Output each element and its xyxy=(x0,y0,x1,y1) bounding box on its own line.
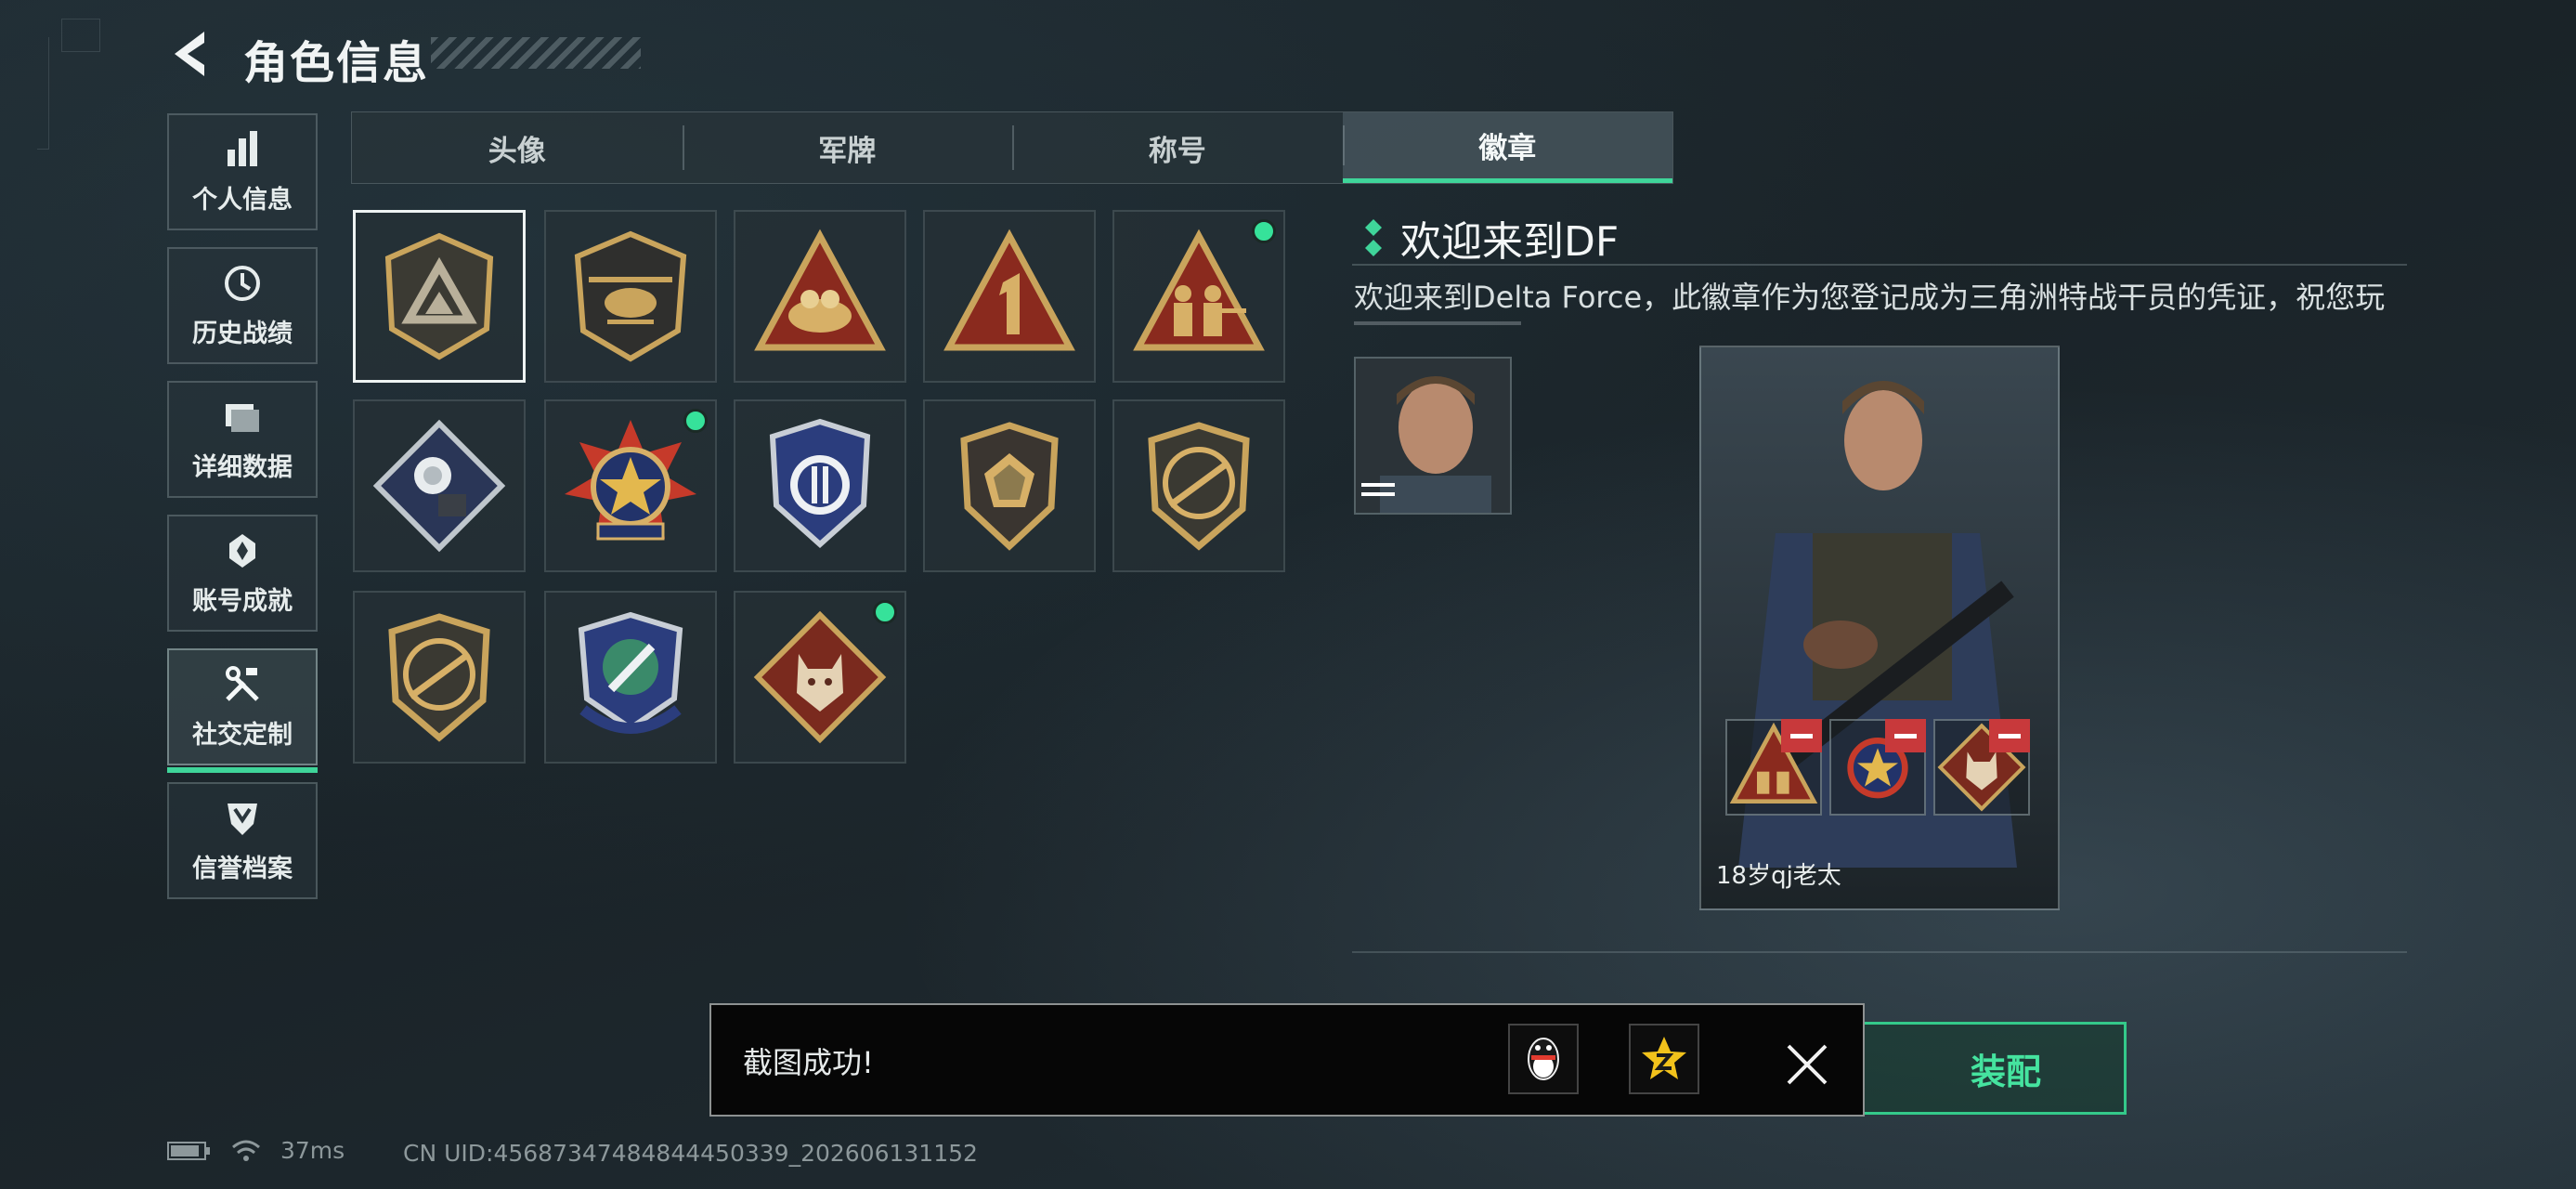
nest-badge-icon xyxy=(754,229,886,351)
back-arrow-icon[interactable] xyxy=(167,28,217,80)
toast-message: 截图成功! xyxy=(743,1045,874,1080)
badge-cell[interactable] xyxy=(353,210,526,383)
badge-cell[interactable] xyxy=(923,210,1096,383)
badge-cell[interactable] xyxy=(1112,210,1285,383)
tab-avatar[interactable]: 头像 xyxy=(352,112,683,183)
close-icon[interactable] xyxy=(1781,1039,1833,1091)
helicopter-badge-icon xyxy=(574,230,687,362)
badge-cell[interactable] xyxy=(923,399,1096,572)
badge-cell[interactable] xyxy=(544,399,717,572)
nav-item-social-customization[interactable]: 社交定制 xyxy=(167,648,318,773)
number-one-badge-icon xyxy=(943,229,1075,351)
nav-item-personal-info[interactable]: 个人信息 xyxy=(167,113,318,230)
operator-portrait-icon xyxy=(1738,381,2017,868)
avatar[interactable] xyxy=(1354,357,1512,515)
new-indicator xyxy=(683,409,708,433)
achievement-icon xyxy=(229,533,255,568)
player-card xyxy=(1699,346,2060,910)
badge-cell[interactable] xyxy=(734,210,906,383)
tools-icon xyxy=(226,665,259,701)
nav-label: 历史战绩 xyxy=(192,319,293,348)
qq-penguin-icon xyxy=(1528,1038,1559,1080)
folder-icon xyxy=(226,403,259,432)
description-scroll-indicator xyxy=(1354,321,1521,325)
category-tabs: 头像 军牌 称号 徽章 xyxy=(351,111,1673,184)
equipped-slot[interactable] xyxy=(1933,719,2030,816)
soldiers-badge-icon xyxy=(1133,229,1265,351)
battery-icon xyxy=(167,1141,210,1160)
nav-label: 社交定制 xyxy=(192,720,293,750)
nav-label: 详细数据 xyxy=(192,452,293,482)
remove-badge-button[interactable] xyxy=(1781,719,1822,752)
badge-cell[interactable] xyxy=(1112,399,1285,572)
star-medal-badge-icon xyxy=(565,420,696,541)
diamond-bullet-icon xyxy=(1365,219,1382,256)
wolf-badge-icon xyxy=(753,610,887,744)
tab-title[interactable]: 称号 xyxy=(1012,112,1343,183)
blue-shield-badge-icon xyxy=(769,418,871,549)
uid-text: CN UID:4568734748484445033​9_20260613115… xyxy=(403,1140,978,1167)
rifle-shield-badge-icon xyxy=(1148,422,1250,551)
wifi-icon xyxy=(232,1140,260,1161)
remove-badge-button[interactable] xyxy=(1885,719,1926,752)
status-bar: 37ms xyxy=(167,1137,345,1164)
knife-crest-badge-icon xyxy=(578,611,683,734)
history-icon xyxy=(225,265,260,301)
badge-title-row: 欢迎来到DF xyxy=(1363,208,1619,268)
avatar-portrait-icon xyxy=(1356,359,1510,513)
qzone-star-icon xyxy=(1642,1037,1686,1079)
nav-label: 账号成就 xyxy=(192,586,293,616)
badge-title: 欢迎来到DF xyxy=(1400,218,1620,266)
equipped-slot[interactable] xyxy=(1829,719,1926,816)
title-decoration xyxy=(431,37,641,69)
equipped-slot[interactable] xyxy=(1725,719,1822,816)
rose-badge-icon xyxy=(372,419,506,553)
badge-cell[interactable] xyxy=(734,399,906,572)
badge-cell[interactable] xyxy=(544,591,717,764)
bar-chart-icon xyxy=(228,130,257,166)
new-indicator xyxy=(1252,219,1276,243)
new-indicator xyxy=(873,600,897,624)
nav-label: 信誉档案 xyxy=(192,854,293,883)
nav-label: 个人信息 xyxy=(192,185,293,215)
tab-badge[interactable]: 徽章 xyxy=(1342,112,1672,183)
shield-icon xyxy=(228,803,257,835)
delta-shield-badge-icon xyxy=(384,232,494,360)
divider xyxy=(1352,951,2407,953)
remove-badge-button[interactable] xyxy=(1989,719,2030,752)
badge-cell[interactable] xyxy=(734,591,906,764)
nav-item-history[interactable]: 历史战绩 xyxy=(167,247,318,364)
nav-item-achievements[interactable]: 账号成就 xyxy=(167,515,318,632)
nav-item-reputation[interactable]: 信誉档案 xyxy=(167,782,318,899)
rifle-shield-badge-icon-2 xyxy=(388,613,490,742)
divider xyxy=(1352,264,2407,266)
ping-text: 37ms xyxy=(280,1137,345,1164)
player-name: 18岁qj老太 xyxy=(1716,862,1841,890)
tab-dog-tag[interactable]: 军牌 xyxy=(682,112,1013,183)
badge-cell[interactable] xyxy=(353,399,526,572)
badge-cell[interactable] xyxy=(544,210,717,383)
share-qzone-button[interactable] xyxy=(1629,1024,1699,1094)
page-title: 角色信息 xyxy=(243,37,430,89)
share-qq-button[interactable] xyxy=(1508,1024,1579,1094)
badge-description: 欢迎来到Delta Force，此徽章作为您登记成为三角洲特战干员的凭证，祝您玩 xyxy=(1354,280,2386,315)
gem-shield-badge-icon xyxy=(960,422,1059,551)
badge-cell[interactable] xyxy=(353,591,526,764)
nav-item-detailed-data[interactable]: 详细数据 xyxy=(167,381,318,498)
